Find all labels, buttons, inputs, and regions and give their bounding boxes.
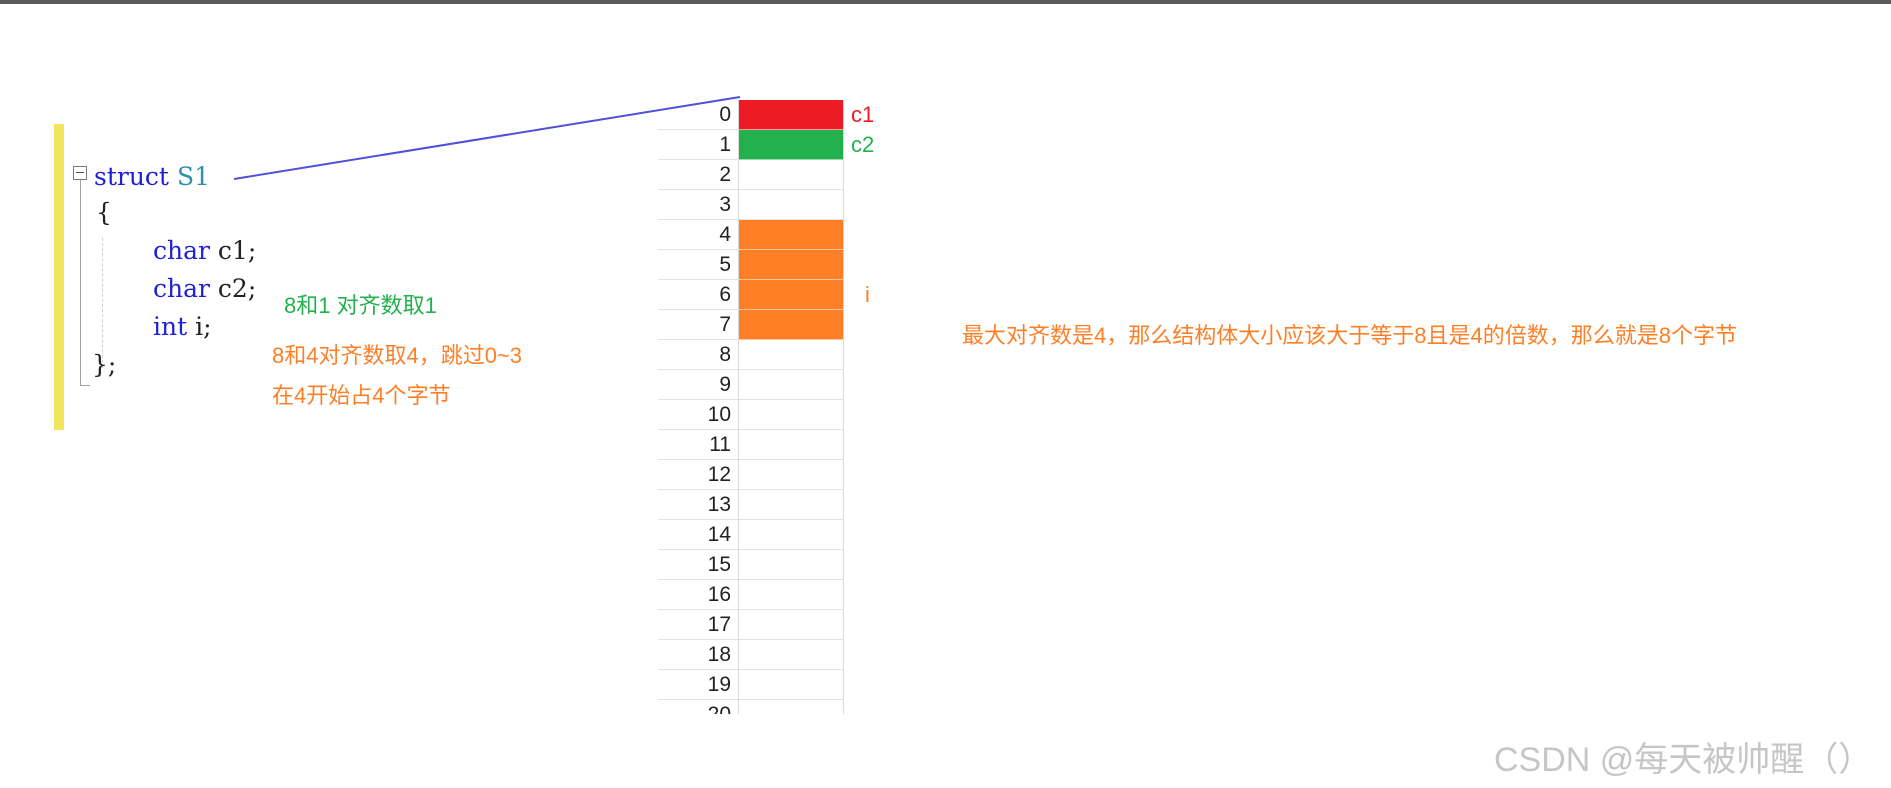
memory-row: 15 xyxy=(658,550,844,580)
memory-row: 5 xyxy=(658,250,844,280)
memory-row: 0 xyxy=(658,100,844,130)
byte-offset: 17 xyxy=(658,610,738,640)
memory-row: 12 xyxy=(658,460,844,490)
memory-cell xyxy=(738,160,844,190)
memory-cell xyxy=(738,310,844,340)
byte-offset: 10 xyxy=(658,400,738,430)
member-label: c2 xyxy=(851,132,875,157)
byte-offset: 18 xyxy=(658,640,738,670)
memory-row: 13 xyxy=(658,490,844,520)
memory-cell xyxy=(738,340,844,370)
byte-offset: 13 xyxy=(658,490,738,520)
memory-row: 14 xyxy=(658,520,844,550)
memory-row: 17 xyxy=(658,610,844,640)
byte-offset: 1 xyxy=(658,130,738,160)
memory-row: 16 xyxy=(658,580,844,610)
byte-offset: 19 xyxy=(658,670,738,700)
memory-row: 6 xyxy=(658,280,844,310)
member-label: c1 xyxy=(851,102,875,127)
byte-offset: 4 xyxy=(658,220,738,250)
memory-row: 8 xyxy=(658,340,844,370)
byte-offset: 7 xyxy=(658,310,738,340)
byte-offset: 15 xyxy=(658,550,738,580)
byte-offset: 12 xyxy=(658,460,738,490)
memory-cell xyxy=(738,370,844,400)
byte-offset: 20 xyxy=(658,700,738,714)
byte-offset: 8 xyxy=(658,340,738,370)
memory-cell xyxy=(738,430,844,460)
member-label: i xyxy=(865,282,870,307)
memory-row: 2 xyxy=(658,160,844,190)
memory-row: 20 xyxy=(658,700,844,714)
byte-offset: 3 xyxy=(658,190,738,220)
memory-cell xyxy=(738,550,844,580)
connector-line xyxy=(233,96,741,180)
byte-offset: 9 xyxy=(658,370,738,400)
memory-cell xyxy=(738,130,844,160)
byte-offset: 11 xyxy=(658,430,738,460)
byte-offset: 6 xyxy=(658,280,738,310)
memory-row: 1 xyxy=(658,130,844,160)
memory-row: 3 xyxy=(658,190,844,220)
memory-cell xyxy=(738,460,844,490)
memory-cell xyxy=(738,400,844,430)
byte-offset: 2 xyxy=(658,160,738,190)
memory-cell xyxy=(738,580,844,610)
memory-row: 19 xyxy=(658,670,844,700)
memory-row: 4 xyxy=(658,220,844,250)
memory-row: 18 xyxy=(658,640,844,670)
memory-cell xyxy=(738,610,844,640)
memory-row: 9 xyxy=(658,370,844,400)
memory-row: 10 xyxy=(658,400,844,430)
memory-cell xyxy=(738,100,844,130)
memory-cell xyxy=(738,700,844,714)
csdn-watermark: CSDN @每天被帅醒（） xyxy=(1494,741,1873,779)
memory-cell xyxy=(738,670,844,700)
memory-cell xyxy=(738,250,844,280)
memory-cell xyxy=(738,640,844,670)
byte-offset: 5 xyxy=(658,250,738,280)
memory-cell xyxy=(738,190,844,220)
memory-layout-grid: 01234567891011121314151617181920 xyxy=(658,100,844,714)
memory-cell xyxy=(738,520,844,550)
memory-row: 7 xyxy=(658,310,844,340)
byte-offset: 0 xyxy=(658,100,738,130)
memory-cell xyxy=(738,490,844,520)
memory-cell xyxy=(738,220,844,250)
memory-row: 11 xyxy=(658,430,844,460)
memory-cell xyxy=(738,280,844,310)
byte-offset: 16 xyxy=(658,580,738,610)
byte-offset: 14 xyxy=(658,520,738,550)
